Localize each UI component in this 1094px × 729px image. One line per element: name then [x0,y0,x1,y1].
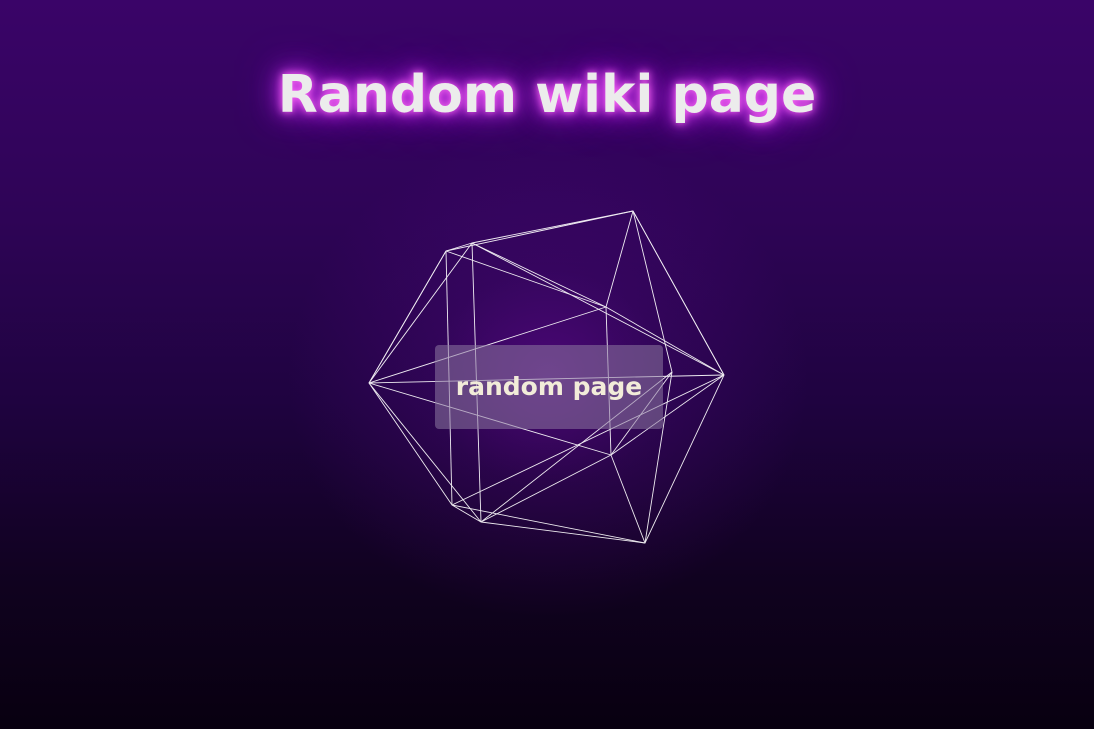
wireframe-edge [445,250,607,308]
wireframe-edge [445,210,634,252]
wireframe-edge [471,210,634,308]
wireframe-edge [610,454,646,544]
wireframe-edge [451,504,646,544]
random-page-button[interactable]: random page [435,345,663,429]
wireframe-edge [480,454,612,523]
